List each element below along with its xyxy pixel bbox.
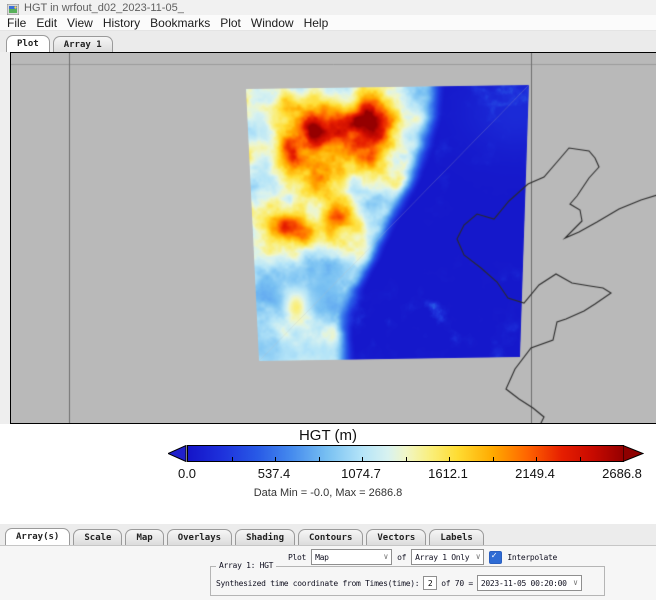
chevron-down-icon: ∨ [476, 552, 481, 561]
interpolate-checkbox[interactable] [489, 551, 502, 564]
colorbar-left-arrow-icon [168, 445, 187, 467]
tab-labels[interactable]: Labels [429, 529, 484, 545]
tab-contours[interactable]: Contours [298, 529, 363, 545]
colorbar-right-arrow-icon [623, 445, 644, 467]
array-selection-value: Array 1 Only [415, 553, 469, 562]
colorbar-title: HGT (m) [0, 427, 656, 444]
plot-type-value: Map [315, 553, 329, 562]
menu-window[interactable]: Window [246, 16, 299, 30]
colorbar-tick [449, 457, 450, 462]
menu-help[interactable]: Help [299, 16, 334, 30]
colorbar-tick [232, 457, 233, 462]
colorbar-tick-label: 537.4 [258, 466, 291, 481]
panoply-plot-window: HGT in wrfout_d02_2023-11-05_ FileEditVi… [0, 0, 656, 600]
colorbar-tick [580, 457, 581, 462]
map-plot-panel [10, 52, 656, 424]
tab-shading[interactable]: Shading [235, 529, 295, 545]
colorbar-tick [362, 457, 363, 462]
time-value: 2023-11-05 00:20:00 [481, 579, 567, 588]
chevron-down-icon: ∨ [384, 552, 389, 561]
colorbar-tick-label: 1074.7 [341, 466, 381, 481]
time-coordinate-label: Synthesized time coordinate from Times(t… [216, 579, 419, 588]
time-value-dropdown[interactable]: 2023-11-05 00:20:00 ∨ [477, 575, 582, 591]
tab-scale[interactable]: Scale [73, 529, 122, 545]
interpolate-label: Interpolate [507, 553, 557, 562]
colorbar-tick [406, 457, 407, 462]
tab-array1[interactable]: Array 1 [53, 36, 113, 52]
colorbar-area: HGT (m) 0.0 537.4 1074.7 1612.1 2149.4 2686.8… [0, 424, 656, 524]
colorbar-tick [536, 457, 537, 462]
menu-history[interactable]: History [98, 16, 145, 30]
colorbar-tick [275, 457, 276, 462]
time-index-field[interactable] [423, 576, 437, 590]
array1-groupbox-title: Array 1: HGT [216, 561, 276, 570]
of-total-label: of 70 = [441, 579, 473, 588]
colorbar-tick-label: 0.0 [178, 466, 196, 481]
menu-view[interactable]: View [62, 16, 98, 30]
tab-plot[interactable]: Plot [6, 35, 50, 52]
controls-panel: Plot Map ∨ of Array 1 Only ∨ Interpolate… [0, 546, 656, 600]
menu-plot[interactable]: Plot [215, 16, 246, 30]
time-coordinate-row: Synthesized time coordinate from Times(t… [216, 575, 582, 591]
tab-map[interactable]: Map [125, 529, 163, 545]
window-titlebar[interactable]: HGT in wrfout_d02_2023-11-05_ [0, 0, 656, 15]
tab-vectors[interactable]: Vectors [366, 529, 426, 545]
map-plot-canvas[interactable] [11, 53, 656, 423]
colorbar-tick-label: 2686.8 [602, 466, 642, 481]
tab-overlays[interactable]: Overlays [167, 529, 232, 545]
chevron-down-icon: ∨ [573, 578, 578, 587]
of-label: of [397, 553, 406, 562]
menu-bookmarks[interactable]: Bookmarks [145, 16, 215, 30]
colorbar-tick-label: 2149.4 [515, 466, 555, 481]
menu-edit[interactable]: Edit [31, 16, 62, 30]
top-tab-strip: PlotArray 1 [0, 31, 656, 52]
menu-file[interactable]: File [2, 16, 31, 30]
plot-label: Plot [288, 553, 306, 562]
colorbar-tick-label: 1612.1 [428, 466, 468, 481]
tab-arrays[interactable]: Array(s) [5, 528, 70, 545]
plot-window-icon [7, 2, 19, 13]
colorbar-gradient [187, 445, 624, 462]
colorbar-tick [493, 457, 494, 462]
array-selection-dropdown[interactable]: Array 1 Only ∨ [411, 549, 484, 565]
menubar: FileEditViewHistoryBookmarksPlotWindowHe… [0, 15, 656, 31]
colorbar-tick [319, 457, 320, 462]
colorbar-stats: Data Min = -0.0, Max = 2686.8 [0, 487, 656, 499]
plot-type-dropdown[interactable]: Map ∨ [311, 549, 392, 565]
settings-tab-strip: Array(s)ScaleMapOverlaysShadingContoursV… [0, 524, 656, 546]
window-title: HGT in wrfout_d02_2023-11-05_ [24, 2, 184, 14]
plot-options-row: Plot Map ∨ of Array 1 Only ∨ Interpolate [288, 549, 557, 565]
